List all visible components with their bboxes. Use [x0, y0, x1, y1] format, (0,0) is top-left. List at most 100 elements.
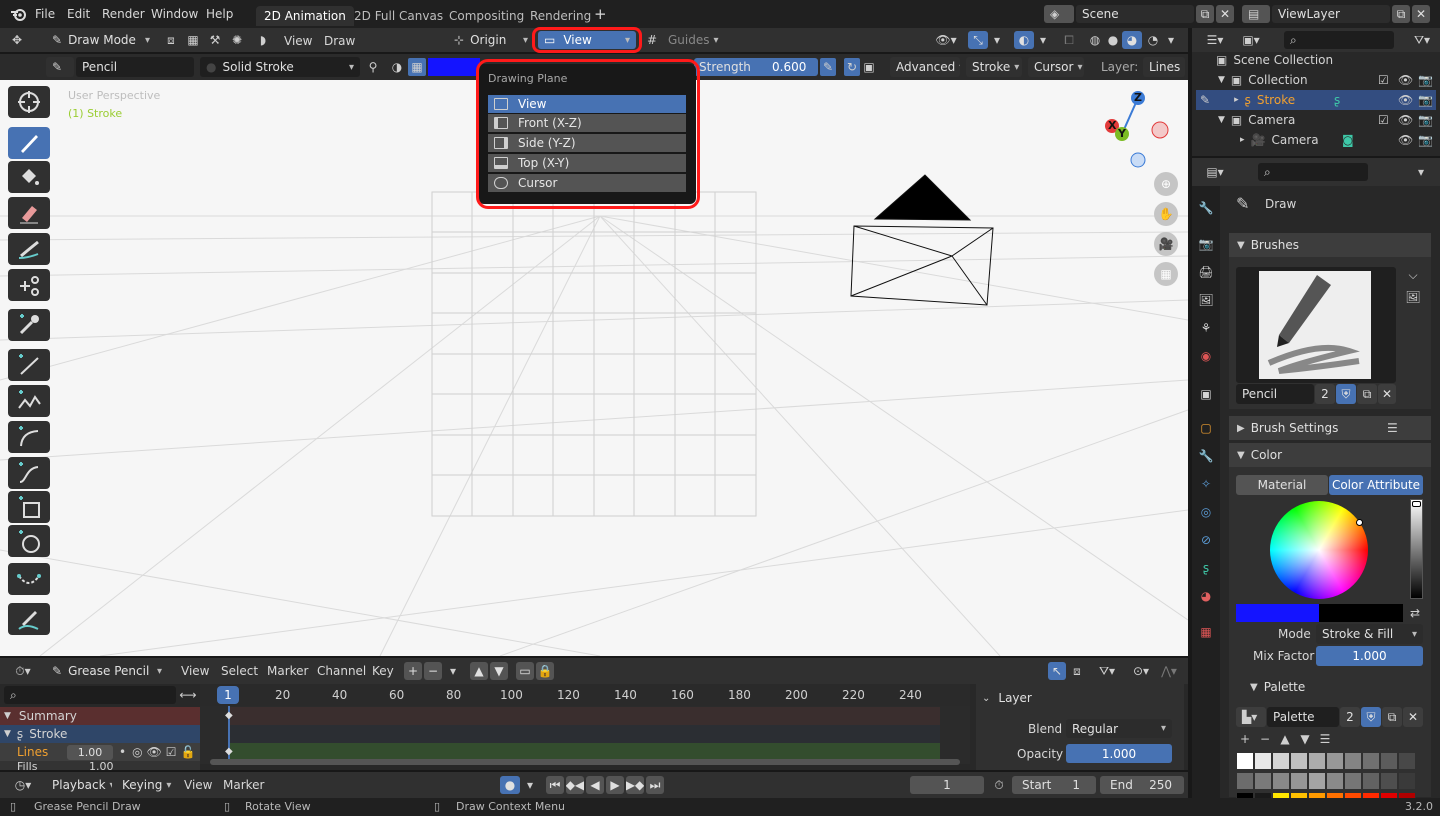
pressure-strength-icon[interactable]: ✎: [820, 58, 836, 76]
layer-opacity-field[interactable]: 1.00: [67, 744, 113, 760]
tool-draw[interactable]: [8, 127, 50, 159]
snapping-icon[interactable]: ✺: [228, 31, 246, 49]
palette-subpanel-header[interactable]: ▼ Palette: [1240, 677, 1430, 697]
tab-2d-animation[interactable]: 2D Animation: [256, 6, 354, 26]
multiframe-icon[interactable]: ⧈: [162, 31, 180, 49]
palette-swatch[interactable]: [1290, 752, 1308, 770]
channel-row-fills[interactable]: Fills 1.00: [0, 761, 200, 770]
tool-eyedropper[interactable]: [8, 309, 50, 341]
physics-tab-icon[interactable]: ◎: [1196, 502, 1216, 522]
shading-dropdown-icon[interactable]: ▾: [1164, 31, 1178, 49]
timeline-editor-icon[interactable]: ◷▾: [8, 776, 38, 794]
menu-draw[interactable]: Draw: [324, 34, 355, 48]
onion-icon[interactable]: ◎: [132, 745, 142, 759]
opacity-slider[interactable]: 1.000: [1066, 744, 1172, 763]
visibility-icon[interactable]: 👁▾: [932, 31, 960, 49]
constraints-tab-icon[interactable]: ⊘: [1196, 530, 1216, 550]
palette-swatch[interactable]: [1308, 772, 1326, 790]
viewlayer-close-icon[interactable]: ✕: [1412, 5, 1430, 23]
camera-render-icon[interactable]: 📷: [1418, 93, 1433, 107]
cursor-selector[interactable]: Cursor: [1028, 57, 1084, 77]
shading-rendered-icon[interactable]: ◔: [1144, 31, 1162, 49]
layer-display-icon[interactable]: ▭: [516, 662, 534, 680]
tab-2d-full-canvas[interactable]: 2D Full Canvas: [346, 6, 451, 26]
guides-icon[interactable]: #: [644, 31, 660, 49]
color-wheel-cursor[interactable]: [1356, 519, 1363, 526]
menu-render[interactable]: Render: [102, 7, 145, 21]
palette-swatch[interactable]: [1344, 772, 1362, 790]
pan-hand-icon[interactable]: ✋: [1154, 202, 1178, 226]
palette-swatch[interactable]: [1290, 772, 1308, 790]
layer-down-icon[interactable]: ▼: [490, 662, 508, 680]
modifier-tab-icon[interactable]: 🔧: [1196, 446, 1216, 466]
texture-tab-icon[interactable]: ▦: [1196, 622, 1216, 642]
channel-row-lines[interactable]: Lines 1.00 • ◎ 👁 ☑ 🔓: [0, 743, 200, 761]
layer-panel-header[interactable]: ⌄ Layer: [982, 690, 1172, 706]
keyframe-diamond[interactable]: ◆: [225, 746, 233, 757]
old-color-swatch[interactable]: [1319, 604, 1403, 622]
eye-icon[interactable]: 👁: [1398, 113, 1413, 127]
value-slider-handle[interactable]: [1412, 501, 1421, 507]
overlay-toggle-icon[interactable]: ◐: [1014, 31, 1034, 49]
playback-menu[interactable]: Playback: [46, 776, 112, 794]
fake-user-shield-icon[interactable]: ⛨: [1336, 384, 1356, 404]
play-reverse-icon[interactable]: ◀: [586, 776, 604, 794]
guides-selector[interactable]: Guides: [662, 31, 720, 49]
outliner-filter-icon[interactable]: ⛛▾: [1408, 31, 1436, 49]
current-frame-marker[interactable]: 1: [217, 686, 239, 704]
add-layer-icon[interactable]: +: [404, 662, 422, 680]
palette-remove-icon[interactable]: −: [1256, 731, 1274, 747]
eye-icon[interactable]: 👁: [1398, 93, 1413, 107]
dopesheet-menu-channel[interactable]: Channel: [317, 664, 366, 678]
palette-swatch[interactable]: [1236, 772, 1254, 790]
layer-selector[interactable]: Lines: [1143, 57, 1185, 77]
timeline-menu-marker[interactable]: Marker: [223, 778, 264, 792]
channel-row-stroke[interactable]: ▼ ʂ Stroke: [0, 725, 200, 743]
scene-close-icon[interactable]: ✕: [1216, 5, 1234, 23]
onion-skin-icon[interactable]: ◗: [254, 31, 272, 49]
layer-up-icon[interactable]: ▲: [470, 662, 488, 680]
viewlayer-selector[interactable]: ViewLayer: [1272, 5, 1390, 23]
advanced-selector[interactable]: Advanced: [890, 57, 960, 77]
dopesheet-filter-icon[interactable]: ⛛▾: [1094, 662, 1120, 680]
layer-dropdown-icon[interactable]: ▾: [446, 662, 460, 680]
menu-view[interactable]: View: [284, 34, 312, 48]
palette-swatch[interactable]: [1308, 752, 1326, 770]
properties-editor-icon[interactable]: ▤▾: [1200, 163, 1230, 181]
brush-image-icon[interactable]: 🖼: [1404, 290, 1422, 304]
interpolation-icon[interactable]: ⋀▾: [1156, 662, 1182, 680]
tool-curve[interactable]: [8, 457, 50, 489]
shading-solid-icon[interactable]: ●: [1104, 31, 1122, 49]
remove-layer-icon[interactable]: −: [424, 662, 442, 680]
layer-lock-icon[interactable]: 🔒: [536, 662, 554, 680]
zoom-icon[interactable]: ⊕: [1154, 172, 1178, 196]
properties-search-input[interactable]: ⌕: [1258, 163, 1368, 181]
editor-type-button[interactable]: ✥: [6, 31, 42, 49]
tool-cursor[interactable]: [8, 86, 50, 118]
gizmo-toggle-icon[interactable]: ⤡: [968, 31, 988, 49]
camera-render-icon[interactable]: 📷: [1418, 113, 1433, 127]
gizmo-dropdown-icon[interactable]: ▾: [990, 31, 1004, 49]
jump-end-icon[interactable]: ⏭: [646, 776, 664, 794]
palette-swatch[interactable]: [1254, 772, 1272, 790]
list-icon[interactable]: ☰: [1387, 421, 1398, 435]
dopesheet-menu-marker[interactable]: Marker: [267, 664, 308, 678]
plane-option-cursor[interactable]: Cursor: [488, 174, 686, 192]
channel-swap-icon[interactable]: ⟷: [178, 686, 198, 704]
palette-swatch[interactable]: [1272, 752, 1290, 770]
menu-help[interactable]: Help: [206, 7, 233, 21]
menu-edit[interactable]: Edit: [67, 7, 90, 21]
eye-icon[interactable]: 👁: [147, 745, 162, 759]
dopesheet-menu-select[interactable]: Select: [221, 664, 258, 678]
ortho-grid-icon[interactable]: ▦: [1154, 262, 1178, 286]
brush-settings-header[interactable]: ▶ Brush Settings ☰: [1229, 416, 1431, 440]
palette-copy-icon[interactable]: ⧉: [1382, 707, 1402, 727]
add-workspace-button[interactable]: +: [594, 5, 607, 23]
origin-selector[interactable]: ⊹ Origin: [448, 31, 534, 49]
tool-line[interactable]: [8, 349, 50, 381]
play-icon[interactable]: ▶: [606, 776, 624, 794]
material-selector[interactable]: ● Solid Stroke: [200, 57, 360, 77]
palette-swatch[interactable]: [1362, 772, 1380, 790]
keyframe-diamond[interactable]: ◆: [225, 710, 233, 721]
scene-selector[interactable]: Scene: [1076, 5, 1194, 23]
